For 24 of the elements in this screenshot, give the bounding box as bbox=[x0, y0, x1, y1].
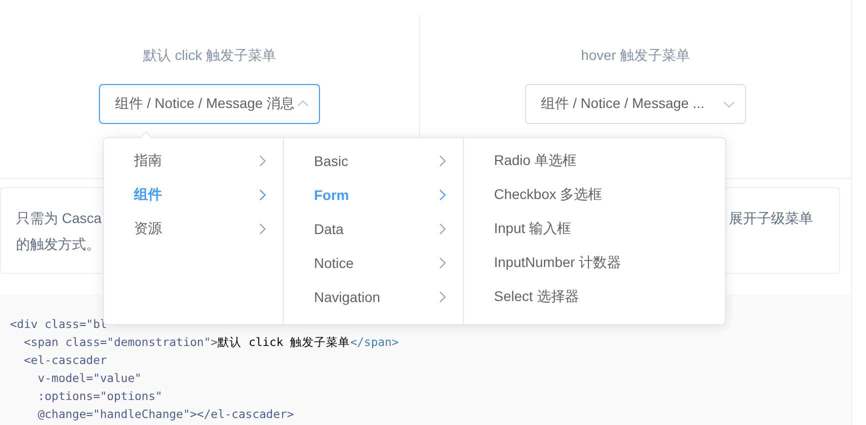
description-text: 展开子级菜单 bbox=[729, 209, 813, 228]
menu-item[interactable]: Notice bbox=[284, 246, 463, 280]
menu-item[interactable]: Data bbox=[284, 212, 463, 246]
code-line: @change="handleChange"></el-cascader> bbox=[36, 406, 294, 423]
menu-item[interactable]: 资源 bbox=[104, 212, 283, 246]
demo-label: 默认 click 触发子菜单 bbox=[143, 46, 276, 65]
cascader-field[interactable]: 组件 / Notice / Message ... bbox=[525, 84, 746, 124]
description-text: 只需为 Casca bbox=[16, 209, 102, 228]
description-text: 的触发方式。 bbox=[16, 235, 100, 254]
code-line: <span class="demonstration">默认 click 触发子菜单</span> bbox=[22, 334, 399, 351]
menu-item[interactable]: Navigation bbox=[284, 280, 463, 314]
menu-item[interactable]: Basic bbox=[284, 144, 463, 178]
code-line: <el-cascader bbox=[22, 352, 107, 369]
menu-item[interactable]: Radio 单选框 bbox=[464, 144, 725, 178]
cascader-field[interactable]: 组件 / Notice / Message 消息 bbox=[99, 84, 320, 124]
demo-label: hover 触发子菜单 bbox=[581, 46, 690, 65]
code-line: <div class="bl bbox=[10, 316, 107, 333]
menu-item[interactable]: Select 选择器 bbox=[464, 280, 725, 314]
menu-item[interactable]: Checkbox 多选框 bbox=[464, 178, 725, 212]
code-line: v-model="value" bbox=[36, 370, 142, 387]
menu-item[interactable]: 指南 bbox=[104, 144, 283, 178]
code-line: :options="options" bbox=[36, 388, 162, 405]
menu-item[interactable]: Input 输入框 bbox=[464, 212, 725, 246]
menu-item[interactable]: InputNumber 计数器 bbox=[464, 246, 725, 280]
